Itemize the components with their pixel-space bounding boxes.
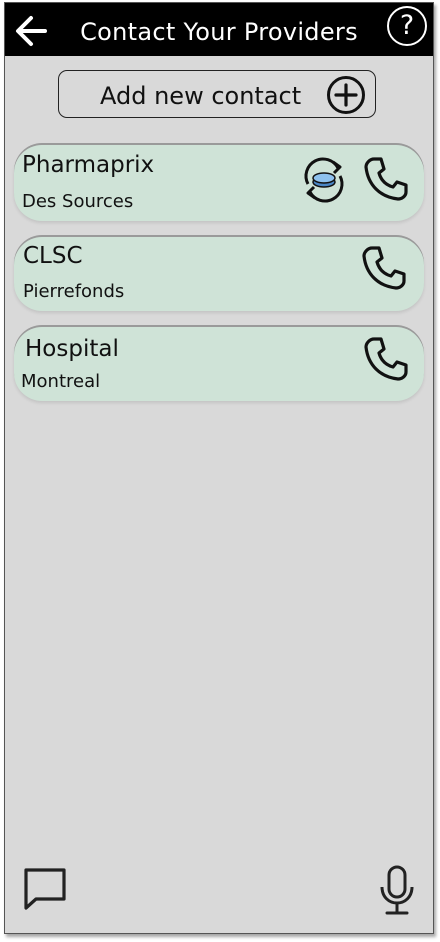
chat-button[interactable] xyxy=(23,867,69,911)
help-button[interactable]: ? xyxy=(387,6,427,46)
contact-card-hospital[interactable]: Hospital Montreal xyxy=(14,327,424,401)
voice-input-button[interactable] xyxy=(379,865,415,917)
contact-card-clsc[interactable]: CLSC Pierrefonds xyxy=(14,237,424,311)
arrow-left-icon xyxy=(16,16,47,46)
add-contact-button[interactable]: Add new contact xyxy=(58,70,376,118)
plus-circle-icon xyxy=(327,76,365,114)
phone-icon[interactable] xyxy=(360,244,408,292)
back-button[interactable] xyxy=(11,11,51,51)
phone-icon[interactable] xyxy=(362,335,410,383)
top-bar: Contact Your Providers ? xyxy=(5,3,433,56)
contact-name: Hospital xyxy=(25,336,119,362)
chat-bubble-icon xyxy=(24,868,66,910)
contact-card-pharmaprix[interactable]: Pharmaprix Des Sources xyxy=(14,145,424,221)
contact-location: Des Sources xyxy=(22,191,134,212)
pill-refill-icon[interactable] xyxy=(298,154,350,206)
phone-icon[interactable] xyxy=(362,155,410,203)
page-title: Contact Your Providers xyxy=(80,18,358,46)
question-mark-icon: ? xyxy=(399,10,415,41)
microphone-icon xyxy=(380,865,414,915)
contact-location: Pierrefonds xyxy=(23,281,125,302)
contact-location: Montreal xyxy=(21,371,101,392)
contact-name: Pharmaprix xyxy=(22,152,155,178)
add-contact-label: Add new contact xyxy=(100,82,302,110)
contact-name: CLSC xyxy=(23,243,83,269)
app-screen: Contact Your Providers ? Add new contact… xyxy=(4,2,434,934)
